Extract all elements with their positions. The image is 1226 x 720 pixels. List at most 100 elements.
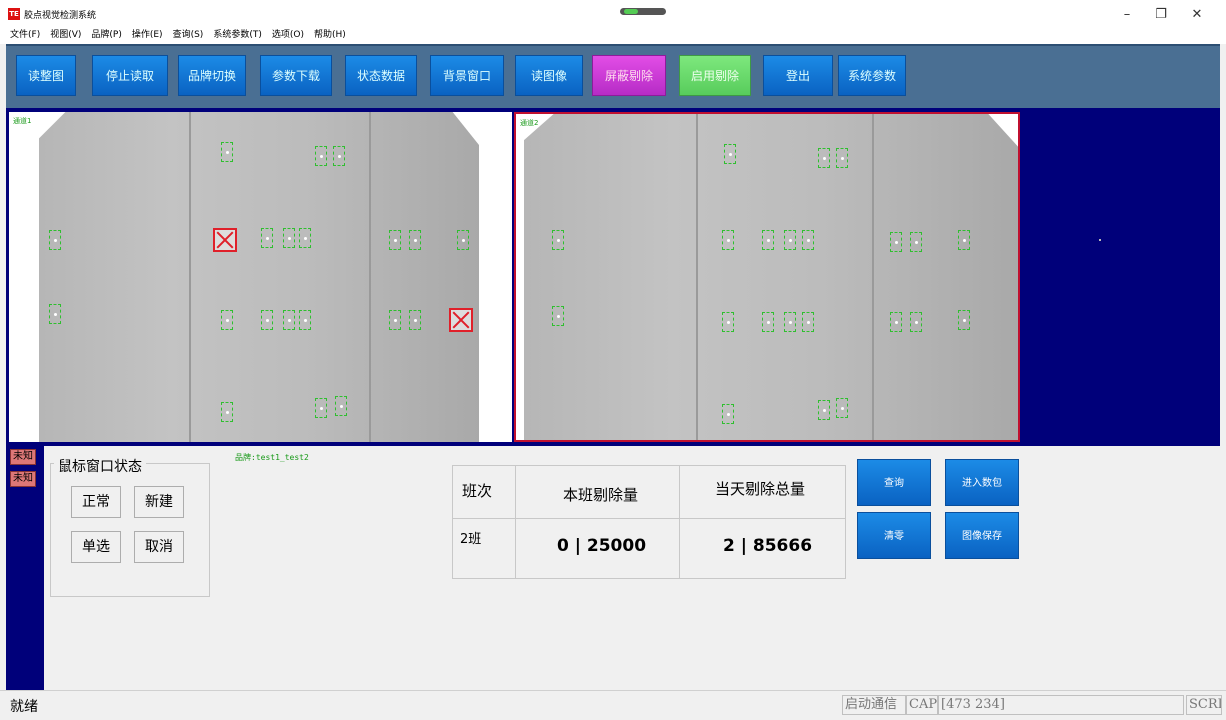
glue-detect-box: [261, 310, 273, 330]
scroll-indicator: SCRL: [1186, 695, 1222, 715]
table-divider: [453, 518, 845, 519]
switch-brand-button[interactable]: 品牌切换: [178, 55, 246, 96]
brand-label: 品牌:test1_test2: [235, 453, 309, 462]
glue-detect-box: [299, 228, 311, 248]
glue-detect-box: [283, 310, 295, 330]
header-day-reject: 当天剔除总量: [715, 480, 806, 498]
panel-fold-line: [872, 114, 874, 440]
close-button[interactable]: ✕: [1180, 4, 1214, 26]
menu-options[interactable]: 选项(O): [266, 26, 308, 41]
menu-bar: 文件(F) 视图(V) 品牌(P) 操作(E) 查询(S) 系统参数(T) 选项(O) 帮助(…: [0, 26, 1226, 44]
camera-label: 通道1: [13, 117, 32, 125]
glue-detect-box: [552, 230, 564, 250]
glue-detect-box: [49, 230, 61, 250]
glue-detect-box: [958, 230, 970, 250]
enable-reject-button[interactable]: 启用剔除: [679, 55, 751, 96]
glue-detect-box: [49, 304, 61, 324]
glue-detect-box: [784, 312, 796, 332]
reject-mark: [213, 228, 237, 252]
menu-query[interactable]: 查询(S): [167, 26, 208, 41]
reject-mark: [449, 308, 473, 332]
glue-detect-box: [722, 230, 734, 250]
table-divider: [515, 466, 516, 578]
glue-detect-box: [958, 310, 970, 330]
window-title: 胶点视觉检测系统: [24, 11, 97, 21]
menu-view[interactable]: 视图(V): [44, 26, 85, 41]
glue-detect-box: [315, 398, 327, 418]
cursor-coords: [473 234]: [938, 695, 1184, 715]
download-params-button[interactable]: 参数下载: [260, 55, 332, 96]
restore-button[interactable]: ❐: [1144, 4, 1178, 26]
mouse-state-group: [50, 463, 210, 597]
glue-detect-box: [890, 232, 902, 252]
header-shift: 班次: [462, 482, 493, 500]
glue-detect-box: [283, 228, 295, 248]
mask-reject-button[interactable]: 屏蔽剔除: [592, 55, 666, 96]
query-button[interactable]: 查询: [857, 459, 931, 506]
toolbar: 读整图 停止读取 品牌切换 参数下载 状态数据 背景窗口 读图像 屏蔽剔除 启用…: [6, 44, 1220, 108]
status-flag: 未知: [10, 449, 36, 465]
glue-detect-box: [552, 306, 564, 326]
minimize-button[interactable]: –: [1110, 4, 1144, 26]
shift-value: 2班: [460, 532, 482, 547]
status-flag: 未知: [10, 471, 36, 487]
save-image-button[interactable]: 图像保存: [945, 512, 1019, 559]
clear-button[interactable]: 清零: [857, 512, 931, 559]
glue-detect-box: [784, 230, 796, 250]
panel-fold-line: [369, 112, 371, 442]
window-drag-handle[interactable]: [620, 8, 666, 15]
glue-detect-box: [221, 310, 233, 330]
glue-detect-box: [762, 230, 774, 250]
glue-detect-box: [409, 310, 421, 330]
glue-detect-box: [261, 228, 273, 248]
background-window-button[interactable]: 背景窗口: [430, 55, 504, 96]
glue-detect-box: [409, 230, 421, 250]
status-bar: 就绪 启动通信 CAP [473 234] SCRL: [0, 690, 1226, 720]
glue-detect-box: [818, 148, 830, 168]
glue-detect-box: [333, 146, 345, 166]
menu-file[interactable]: 文件(F): [0, 26, 44, 41]
glue-detect-box: [221, 402, 233, 422]
new-region-button[interactable]: 新建: [134, 486, 184, 518]
camera-view-1[interactable]: 通道1: [9, 112, 512, 442]
drag-handle-indicator: [624, 9, 638, 14]
title-bar: TE 胶点视觉检测系统 – ❐ ✕: [0, 0, 1226, 26]
menu-system-params[interactable]: 系统参数(T): [207, 26, 266, 41]
single-select-button[interactable]: 单选: [71, 531, 121, 563]
glue-detect-box: [457, 230, 469, 250]
glue-detect-box: [890, 312, 902, 332]
table-divider: [679, 466, 680, 578]
glue-detect-box: [836, 398, 848, 418]
mouse-state-title: 鼠标窗口状态: [54, 456, 146, 476]
read-full-image-button[interactable]: 读整图: [16, 55, 76, 96]
enter-data-pack-button[interactable]: 进入数包: [945, 459, 1019, 506]
panel-fold-line: [189, 112, 191, 442]
app-logo-icon: TE: [8, 8, 20, 20]
glue-detect-box: [722, 404, 734, 424]
camera-view-2[interactable]: 通道2: [514, 112, 1020, 442]
read-image-button[interactable]: 读图像: [515, 55, 583, 96]
header-shift-reject: 本班剔除量: [563, 486, 639, 504]
glue-detect-box: [910, 312, 922, 332]
empty-view-marker: [1099, 239, 1101, 241]
status-ready-text: 就绪: [10, 699, 38, 715]
system-params-button[interactable]: 系统参数: [838, 55, 906, 96]
menu-operate[interactable]: 操作(E): [126, 26, 167, 41]
panel-fold-line: [696, 114, 698, 440]
glue-detect-box: [299, 310, 311, 330]
status-data-button[interactable]: 状态数据: [345, 55, 417, 96]
stop-reading-button[interactable]: 停止读取: [92, 55, 168, 96]
status-flag-strip: 未知 未知: [6, 446, 44, 690]
glue-detect-box: [389, 230, 401, 250]
cancel-button[interactable]: 取消: [134, 531, 184, 563]
glue-detect-box: [335, 396, 347, 416]
caps-indicator: CAP: [906, 695, 938, 715]
menu-help[interactable]: 帮助(H): [308, 26, 350, 41]
glue-detect-box: [389, 310, 401, 330]
normal-mode-button[interactable]: 正常: [71, 486, 121, 518]
carton-image: [39, 112, 479, 442]
glue-detect-box: [221, 142, 233, 162]
logout-button[interactable]: 登出: [763, 55, 833, 96]
glue-detect-box: [836, 148, 848, 168]
menu-brand[interactable]: 品牌(P): [85, 26, 125, 41]
